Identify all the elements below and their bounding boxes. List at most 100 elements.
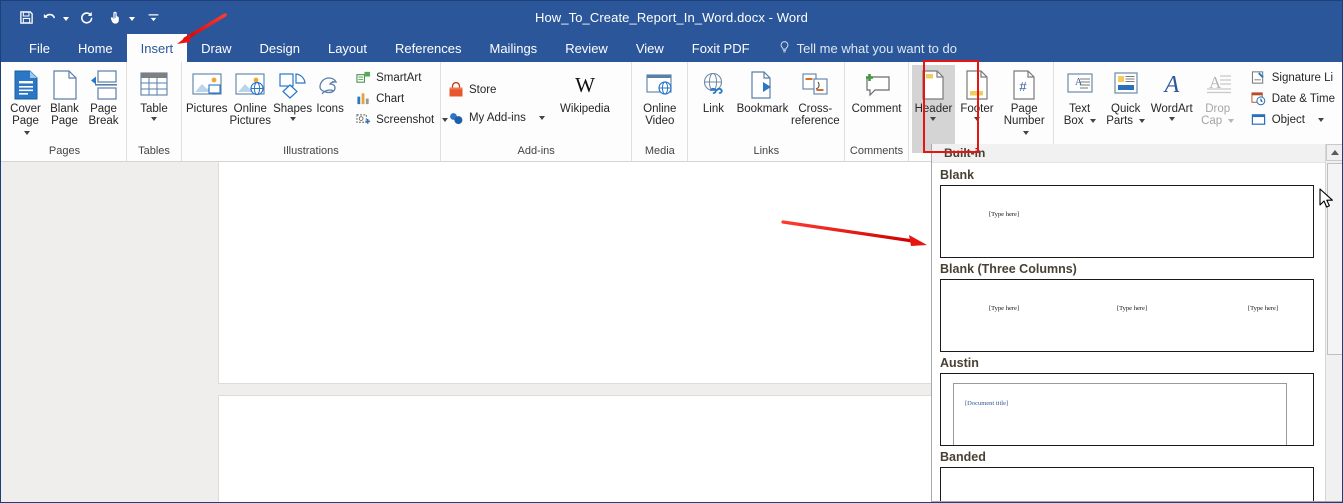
header-dropdown-caret[interactable] <box>930 117 937 121</box>
page-break-button[interactable]: Page Break <box>84 65 123 127</box>
link-label: Link <box>702 103 724 115</box>
chart-button[interactable]: Chart <box>351 88 452 109</box>
wikipedia-button[interactable]: W Wikipedia <box>558 65 612 115</box>
gallery-scrollbar[interactable] <box>1325 144 1342 501</box>
undo-button[interactable] <box>38 6 61 30</box>
shapes-button[interactable]: Shapes <box>272 65 313 121</box>
online-video-button[interactable]: Online Video <box>635 65 684 127</box>
cross-reference-label: Cross-reference <box>791 103 840 127</box>
blank-page-icon <box>51 68 79 102</box>
footer-dropdown-caret[interactable] <box>973 117 980 121</box>
wordart-dropdown-caret[interactable] <box>1168 117 1175 121</box>
group-label-links: Links <box>753 145 780 157</box>
tab-file[interactable]: File <box>15 34 64 62</box>
signature-line-button[interactable]: Signature Li <box>1247 67 1339 88</box>
tab-insert[interactable]: Insert <box>126 34 188 62</box>
group-label-illustrations: Illustrations <box>283 145 339 157</box>
shapes-dropdown-caret[interactable] <box>289 117 296 121</box>
redo-button[interactable] <box>75 6 98 30</box>
icons-button[interactable]: Icons <box>313 65 347 115</box>
footer-label: Footer <box>960 103 994 115</box>
date-time-label: Date & Time <box>1271 92 1335 105</box>
customize-qat-button[interactable] <box>143 6 164 30</box>
link-button[interactable]: Link <box>691 65 735 115</box>
smartart-button[interactable]: SmartArt <box>351 67 452 88</box>
tell-me-box[interactable]: Tell me what you want to do <box>764 34 971 62</box>
gallery-section-label: Built-in <box>932 144 1342 163</box>
cover-page-icon <box>11 68 41 102</box>
undo-dropdown-caret[interactable] <box>63 17 69 21</box>
chart-label: Chart <box>376 92 405 105</box>
scroll-up-arrow-icon[interactable] <box>1326 144 1342 161</box>
object-button[interactable]: Object <box>1247 109 1339 130</box>
quick-parts-button[interactable]: Quick Parts <box>1103 65 1149 127</box>
tab-home[interactable]: Home <box>64 34 127 62</box>
online-video-label: Online Video <box>643 103 677 127</box>
thumb-placeholder-col2: [Type here] <box>1117 305 1148 312</box>
scrollbar-thumb[interactable] <box>1327 163 1342 355</box>
comment-button[interactable]: Comment <box>850 65 904 115</box>
document-page-2[interactable] <box>218 395 934 502</box>
cross-reference-button[interactable]: Cross-reference <box>789 65 841 127</box>
screenshot-button[interactable]: Screenshot <box>351 109 452 130</box>
table-dropdown-caret[interactable] <box>150 117 157 121</box>
group-label-addins: Add-ins <box>517 145 555 157</box>
gallery-item-name-blank: Blank <box>940 168 975 182</box>
touch-mode-dropdown-caret[interactable] <box>129 17 135 21</box>
page-break-icon <box>89 68 119 102</box>
bookmark-button[interactable]: Bookmark <box>736 65 790 115</box>
object-label: Object <box>1271 113 1305 126</box>
blank-page-button[interactable]: Blank Page <box>45 65 84 127</box>
austin-frame <box>953 383 1287 445</box>
my-addins-dropdown-caret[interactable] <box>538 116 545 120</box>
tab-foxit-pdf[interactable]: Foxit PDF <box>678 34 764 62</box>
title-bar: How_To_Create_Report_In_Word.docx - Word <box>1 1 1342 34</box>
text-box-button[interactable]: A Text Box <box>1057 65 1103 127</box>
icons-label: Icons <box>316 103 344 115</box>
pictures-button[interactable]: Pictures <box>185 65 229 115</box>
footer-button[interactable]: Footer <box>955 65 998 121</box>
ribbon-tab-strip: File Home Insert Draw Design Layout Refe… <box>1 34 1342 62</box>
cover-page-button[interactable]: Cover Page <box>6 65 45 139</box>
ribbon-group-pages: Cover Page Blank Page Page Break Pages <box>3 62 127 161</box>
wordart-label: WordArt <box>1150 103 1193 115</box>
tab-review[interactable]: Review <box>551 34 622 62</box>
tab-design[interactable]: Design <box>246 34 314 62</box>
signature-line-label: Signature Li <box>1271 71 1334 84</box>
tab-view[interactable]: View <box>622 34 678 62</box>
gallery-thumb-blank[interactable]: [Type here] <box>940 185 1314 258</box>
touch-mode-button[interactable] <box>104 6 127 30</box>
table-icon <box>138 68 170 102</box>
online-pictures-label: Online Pictures <box>229 103 272 127</box>
tab-references[interactable]: References <box>381 34 475 62</box>
save-button[interactable] <box>15 6 38 30</box>
ribbon-group-media: Online Video Media <box>632 62 689 161</box>
quick-access-toolbar <box>15 1 164 34</box>
document-page-1[interactable] <box>218 162 934 384</box>
gallery-thumb-blank-three-columns[interactable]: [Type here] [Type here] [Type here] <box>940 279 1314 352</box>
blank-page-label: Blank Page <box>50 103 79 127</box>
object-dropdown-caret[interactable] <box>1317 117 1324 122</box>
gallery-thumb-banded[interactable] <box>940 467 1314 501</box>
wikipedia-icon: W <box>568 68 602 102</box>
text-box-icon: A <box>1065 68 1095 102</box>
chart-icon <box>355 91 371 107</box>
store-button[interactable]: Store <box>444 76 554 104</box>
group-label-media: Media <box>644 145 675 157</box>
page-break-label: Page Break <box>88 103 119 127</box>
header-button[interactable]: Header <box>911 65 956 153</box>
window-title: How_To_Create_Report_In_Word.docx - Word <box>534 10 809 25</box>
my-addins-button[interactable]: My Add-ins <box>444 104 554 132</box>
header-gallery-dropdown[interactable]: Built-in Blank [Type here] Blank (Three … <box>931 144 1342 502</box>
table-button[interactable]: Table <box>131 65 177 121</box>
gallery-thumb-austin[interactable]: [Document title] <box>940 373 1314 446</box>
thumb-placeholder-blank: [Type here] <box>989 211 1020 218</box>
page-number-button[interactable]: # Page Number <box>999 65 1050 139</box>
online-pictures-button[interactable]: Online Pictures <box>229 65 273 127</box>
tab-draw[interactable]: Draw <box>187 34 245 62</box>
tab-layout[interactable]: Layout <box>314 34 381 62</box>
smartart-label: SmartArt <box>376 71 422 84</box>
date-time-button[interactable]: Date & Time <box>1247 88 1339 109</box>
tab-mailings[interactable]: Mailings <box>476 34 552 62</box>
wordart-button[interactable]: A WordArt <box>1149 65 1195 121</box>
